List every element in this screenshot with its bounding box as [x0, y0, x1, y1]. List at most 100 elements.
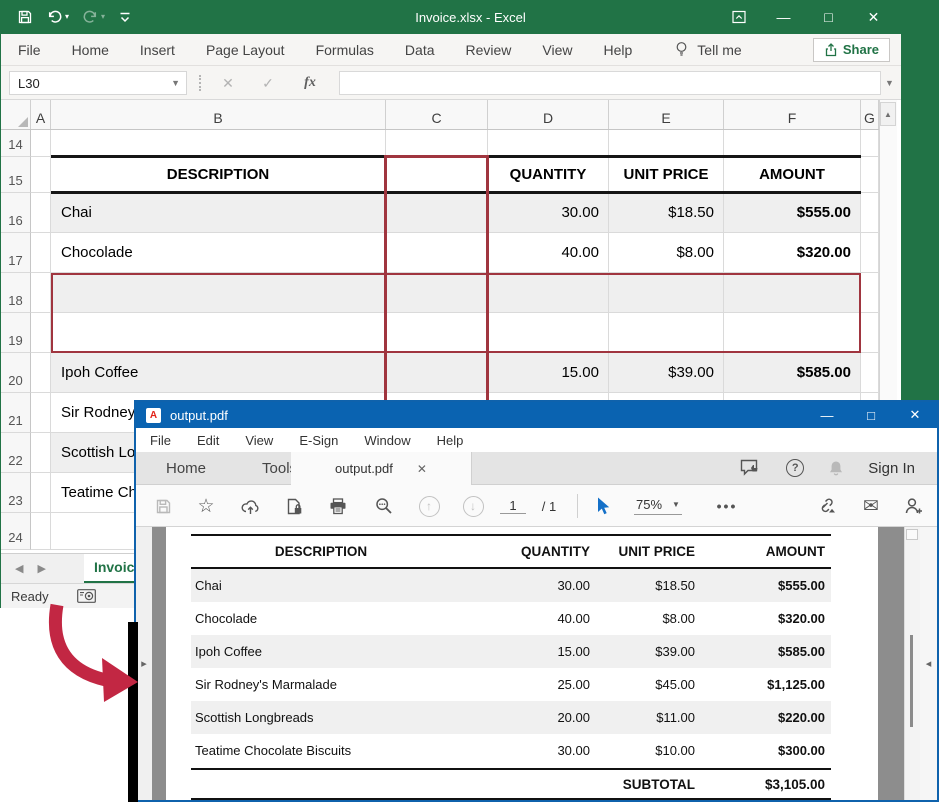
share-link-icon[interactable] [812, 485, 840, 527]
pdf-close-button[interactable]: ✕ [893, 402, 937, 428]
row-number[interactable]: 18 [1, 273, 31, 313]
cell-description[interactable] [51, 273, 386, 313]
cell-amount[interactable]: AMOUNT [724, 157, 861, 193]
cell-g[interactable] [861, 233, 879, 273]
previous-page-icon[interactable]: ↑ [416, 485, 442, 527]
row-number[interactable]: 23 [1, 473, 31, 513]
close-button[interactable]: ✕ [851, 0, 896, 34]
column-header-c[interactable]: C [386, 100, 488, 129]
document-tab[interactable]: output.pdf ✕ [291, 452, 472, 485]
feedback-icon[interactable] [740, 459, 762, 477]
cell-description[interactable]: Chocolade [51, 233, 386, 273]
column-header-b[interactable]: B [51, 100, 386, 129]
tab-file[interactable]: File [18, 42, 41, 58]
cell-g[interactable] [861, 193, 879, 233]
formula-bar-expand-icon[interactable]: ▼ [885, 78, 894, 88]
zoom-level-dropdown[interactable]: 75%▼ [628, 485, 688, 527]
cell-unit-price[interactable] [609, 130, 724, 157]
cell-a[interactable] [31, 513, 51, 550]
tab-insert[interactable]: Insert [140, 42, 175, 58]
minimize-button[interactable]: — [761, 0, 806, 34]
cell-a[interactable] [31, 130, 51, 157]
email-icon[interactable]: ✉ [858, 485, 884, 527]
help-icon[interactable]: ? [786, 459, 804, 477]
cell-unit-price[interactable]: $18.50 [609, 193, 724, 233]
tab-review[interactable]: Review [466, 42, 512, 58]
cell-c[interactable] [386, 273, 488, 313]
column-header-d[interactable]: D [488, 100, 609, 129]
cell-a[interactable] [31, 353, 51, 393]
tab-formulas[interactable]: Formulas [316, 42, 374, 58]
name-box[interactable]: L30 ▼ [9, 71, 187, 95]
column-header-g[interactable]: G [861, 100, 879, 129]
cell-c[interactable] [386, 233, 488, 273]
cell-description[interactable] [51, 130, 386, 157]
customize-qat-icon[interactable] [118, 9, 132, 25]
cell-a[interactable] [31, 433, 51, 473]
cell-description[interactable]: DESCRIPTION [51, 157, 386, 193]
cell-c[interactable] [386, 313, 488, 353]
cancel-formula-icon[interactable]: ✕ [213, 71, 243, 95]
sheet-nav-left-icon[interactable]: ◀ [15, 562, 23, 575]
row-number[interactable]: 17 [1, 233, 31, 273]
row-number[interactable]: 15 [1, 157, 31, 193]
cell-g[interactable] [861, 273, 879, 313]
cell-unit-price[interactable] [609, 273, 724, 313]
menu-file[interactable]: File [150, 433, 171, 448]
undo-button[interactable]: ▾ [46, 9, 69, 25]
pdf-maximize-button[interactable]: □ [849, 402, 893, 428]
redo-dropdown-caret[interactable]: ▾ [101, 13, 105, 21]
maximize-button[interactable]: □ [806, 0, 851, 34]
page-number-input[interactable]: 1 [498, 485, 528, 527]
pdf-scroll-up-button[interactable] [906, 529, 918, 540]
cell-a[interactable] [31, 233, 51, 273]
select-all-corner[interactable] [1, 100, 31, 129]
cell-unit-price[interactable]: $39.00 [609, 353, 724, 393]
cell-a[interactable] [31, 193, 51, 233]
cloud-upload-icon[interactable] [238, 485, 262, 527]
cell-g[interactable] [861, 313, 879, 353]
cell-amount[interactable] [724, 273, 861, 313]
cell-g[interactable] [861, 353, 879, 393]
tab-data[interactable]: Data [405, 42, 435, 58]
tell-me-box[interactable]: Tell me [674, 41, 741, 58]
redo-button[interactable]: ▾ [82, 9, 105, 25]
cell-description[interactable]: Ipoh Coffee [51, 353, 386, 393]
cell-amount[interactable]: $320.00 [724, 233, 861, 273]
cell-a[interactable] [31, 273, 51, 313]
pdf-scrollbar-thumb[interactable] [910, 635, 913, 727]
menu-help[interactable]: Help [437, 433, 464, 448]
expand-right-pane-icon[interactable]: ◂ [926, 657, 932, 670]
next-page-icon[interactable]: ↓ [460, 485, 486, 527]
row-number[interactable]: 20 [1, 353, 31, 393]
ribbon-display-options-icon[interactable] [716, 0, 761, 34]
expand-left-pane-icon[interactable]: ▸ [141, 657, 147, 670]
cell-c[interactable] [386, 157, 488, 193]
tab-home[interactable]: Home [72, 42, 109, 58]
row-number[interactable]: 24 [1, 513, 31, 550]
column-header-f[interactable]: F [724, 100, 861, 129]
name-box-dropdown-icon[interactable]: ▼ [171, 78, 180, 88]
sheet-nav-right-icon[interactable]: ▶ [37, 562, 45, 575]
notification-bell-icon[interactable] [828, 460, 844, 477]
cell-a[interactable] [31, 473, 51, 513]
cell-unit-price[interactable] [609, 313, 724, 353]
formula-input[interactable] [339, 71, 881, 95]
cell-unit-price[interactable]: $8.00 [609, 233, 724, 273]
pdf-minimize-button[interactable]: — [805, 402, 849, 428]
cell-quantity[interactable] [488, 313, 609, 353]
cell-amount[interactable]: $585.00 [724, 353, 861, 393]
row-number[interactable]: 21 [1, 393, 31, 433]
insert-function-icon[interactable]: fx [295, 71, 325, 95]
tab-acrobat-home[interactable]: Home [166, 460, 206, 477]
cell-description[interactable]: Chai [51, 193, 386, 233]
star-favorites-icon[interactable]: ☆ [194, 485, 218, 527]
cell-unit-price[interactable]: UNIT PRICE [609, 157, 724, 193]
cell-quantity[interactable]: QUANTITY [488, 157, 609, 193]
sign-in-button[interactable]: Sign In [868, 460, 915, 477]
cell-c[interactable] [386, 130, 488, 157]
cell-amount[interactable]: $555.00 [724, 193, 861, 233]
undo-dropdown-caret[interactable]: ▾ [65, 13, 69, 21]
cell-description[interactable] [51, 313, 386, 353]
row-number[interactable]: 19 [1, 313, 31, 353]
